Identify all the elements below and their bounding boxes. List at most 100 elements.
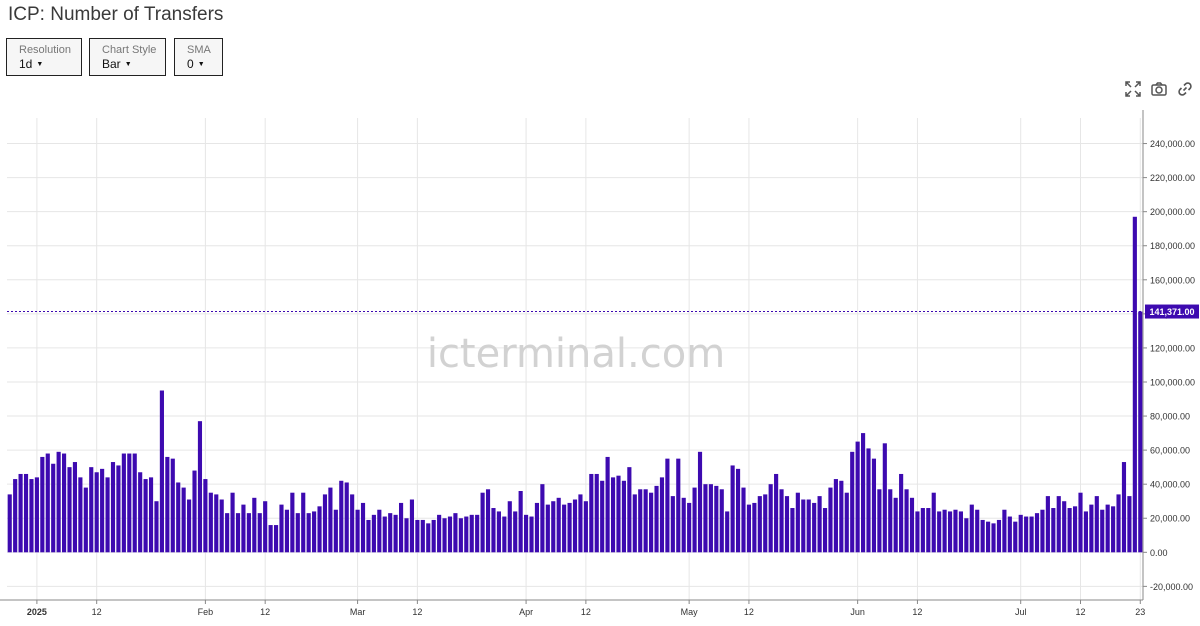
y-tick-label: 40,000.00 bbox=[1150, 480, 1190, 490]
y-tick-label: 200,000.00 bbox=[1150, 207, 1195, 217]
bar bbox=[431, 519, 436, 553]
bar bbox=[790, 508, 795, 553]
y-tick-label: 120,000.00 bbox=[1150, 343, 1195, 353]
bar bbox=[817, 496, 822, 553]
x-tick-label: Feb bbox=[198, 607, 214, 617]
x-tick-label: 12 bbox=[744, 607, 754, 617]
bar bbox=[447, 516, 453, 553]
bar bbox=[295, 513, 300, 553]
bar bbox=[812, 502, 817, 553]
bar bbox=[616, 475, 621, 553]
bar bbox=[1013, 521, 1018, 553]
bar bbox=[524, 514, 529, 553]
bar bbox=[350, 494, 355, 553]
bar bbox=[926, 508, 931, 553]
bar bbox=[725, 511, 730, 553]
bar bbox=[551, 501, 556, 553]
bars-layer bbox=[7, 216, 1143, 553]
bar bbox=[953, 509, 958, 553]
bar bbox=[833, 479, 838, 553]
bar bbox=[273, 525, 279, 553]
bar bbox=[475, 514, 480, 553]
bar bbox=[154, 501, 159, 553]
bar bbox=[735, 468, 741, 553]
bar bbox=[409, 499, 415, 553]
bar bbox=[600, 480, 605, 553]
bar bbox=[208, 492, 213, 553]
bar bbox=[219, 499, 224, 553]
bar bbox=[51, 463, 56, 553]
bar bbox=[312, 511, 317, 553]
bar bbox=[13, 479, 18, 553]
bar bbox=[1105, 504, 1110, 553]
bar bbox=[382, 516, 387, 553]
bar bbox=[485, 489, 491, 553]
bar bbox=[89, 467, 94, 553]
bar bbox=[246, 513, 251, 553]
bar bbox=[333, 509, 338, 553]
bar bbox=[263, 501, 268, 553]
bar bbox=[610, 477, 616, 553]
bar bbox=[589, 473, 594, 553]
bar bbox=[322, 494, 328, 553]
bar bbox=[654, 485, 659, 553]
bar bbox=[45, 453, 50, 553]
bar bbox=[1094, 496, 1099, 553]
bar bbox=[507, 501, 512, 553]
bar bbox=[1056, 496, 1061, 553]
bar bbox=[1067, 508, 1072, 553]
y-tick-label: 60,000.00 bbox=[1150, 446, 1190, 456]
bar bbox=[1072, 506, 1078, 553]
bar bbox=[197, 421, 203, 553]
bar bbox=[746, 504, 752, 553]
y-tick-label: -20,000.00 bbox=[1150, 582, 1193, 592]
bar bbox=[822, 508, 828, 553]
bar bbox=[866, 448, 871, 553]
bar bbox=[127, 453, 132, 553]
bar bbox=[638, 489, 643, 553]
bar bbox=[40, 456, 45, 553]
bar bbox=[1062, 501, 1067, 553]
bar bbox=[181, 487, 186, 553]
bar bbox=[148, 477, 154, 553]
bar bbox=[257, 513, 262, 553]
bar bbox=[1002, 509, 1007, 553]
bar bbox=[594, 473, 599, 553]
bar bbox=[328, 487, 333, 553]
bar bbox=[996, 519, 1002, 553]
bar bbox=[7, 494, 12, 553]
bar bbox=[920, 508, 925, 553]
bar bbox=[692, 487, 697, 553]
bar-chart: icterminal.com -20,000.00 0.00 20,000.00 40… bbox=[0, 110, 1199, 617]
bar bbox=[1045, 496, 1050, 553]
bar bbox=[980, 519, 985, 553]
bar bbox=[165, 456, 170, 553]
bar bbox=[937, 511, 942, 553]
x-tick-label: Mar bbox=[350, 607, 366, 617]
bar bbox=[1051, 508, 1056, 553]
bar bbox=[1111, 506, 1116, 553]
bar bbox=[388, 513, 393, 553]
bar bbox=[871, 458, 877, 553]
bar bbox=[1024, 516, 1029, 553]
bar bbox=[116, 465, 121, 553]
x-tick-label: 12 bbox=[581, 607, 591, 617]
bar bbox=[534, 502, 540, 553]
bar bbox=[1089, 504, 1094, 553]
bar bbox=[730, 465, 735, 553]
bar bbox=[56, 451, 61, 553]
bar bbox=[899, 473, 904, 553]
bar bbox=[904, 489, 909, 553]
bar bbox=[915, 511, 920, 553]
bar bbox=[1078, 492, 1083, 553]
bar bbox=[1034, 513, 1040, 553]
bar bbox=[230, 492, 235, 553]
bar bbox=[1018, 514, 1023, 553]
x-tick-label: Apr bbox=[519, 607, 533, 617]
x-tick-label: 12 bbox=[92, 607, 102, 617]
bar bbox=[72, 462, 78, 553]
x-tick-label: 12 bbox=[912, 607, 922, 617]
y-tick-label: 100,000.00 bbox=[1150, 377, 1195, 387]
bar bbox=[143, 479, 148, 553]
bar bbox=[404, 518, 409, 553]
